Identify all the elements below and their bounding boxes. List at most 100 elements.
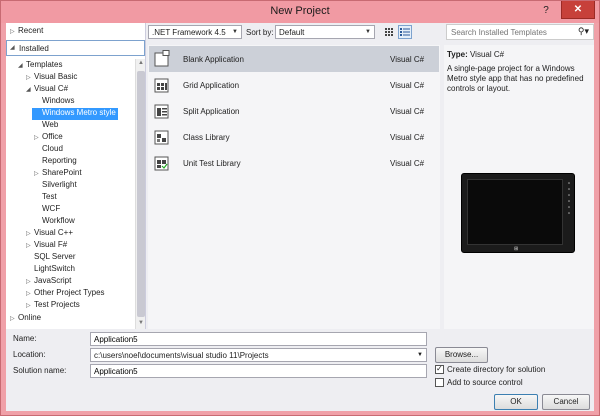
expanded-triangle-icon[interactable]: ◢: [18, 62, 26, 69]
dialog-title: New Project: [270, 5, 330, 17]
chevron-down-icon[interactable]: ▼: [417, 352, 423, 358]
create-directory-checkbox-row[interactable]: Create directory for solution: [435, 364, 545, 376]
tree-item-label: Cloud: [42, 144, 63, 153]
template-search-input[interactable]: [447, 25, 573, 39]
scroll-up-arrow-icon[interactable]: ▲: [137, 60, 145, 68]
collapsed-triangle-icon[interactable]: ▷: [26, 74, 34, 81]
template-item[interactable]: Split Application Visual C#: [149, 98, 439, 124]
close-button[interactable]: ✕: [561, 1, 595, 19]
template-language: Visual C#: [390, 55, 425, 64]
type-label: Type:: [447, 50, 468, 59]
sort-select[interactable]: Default ▼: [275, 25, 375, 39]
location-value: c:\users\noel\documents\visual studio 11…: [94, 351, 269, 360]
collapsed-triangle-icon[interactable]: ▷: [26, 230, 34, 237]
tree-item[interactable]: Workflow: [34, 216, 75, 228]
tree-item[interactable]: ▷ Other Project Types: [26, 288, 105, 300]
tree-scrollbar[interactable]: ▲ ▼: [135, 59, 145, 329]
list-view-icon[interactable]: [398, 25, 412, 39]
tree-installed[interactable]: ◢ Installed: [6, 40, 145, 56]
browse-button[interactable]: Browse...: [435, 347, 488, 363]
small-icons-view-icon[interactable]: [382, 25, 396, 39]
tree-item-label: Visual Basic: [34, 72, 78, 81]
title-bar[interactable]: New Project ? ✕: [1, 1, 599, 23]
collapsed-triangle-icon[interactable]: ▷: [26, 290, 34, 297]
scroll-down-arrow-icon[interactable]: ▼: [137, 320, 145, 328]
source-control-checkbox-row[interactable]: Add to source control: [435, 378, 523, 389]
tree-item[interactable]: ▷ SharePoint: [34, 168, 82, 180]
template-search-box[interactable]: ⚲▾: [446, 24, 594, 40]
template-item[interactable]: Class Library Visual C#: [149, 124, 439, 150]
tree-item[interactable]: Windows Metro style: [32, 108, 118, 120]
tree-item-label: Web: [42, 120, 59, 129]
tree-item[interactable]: ▷ Test Projects: [26, 300, 80, 312]
template-item[interactable]: Unit Test Library Visual C#: [149, 150, 439, 176]
collapsed-triangle-icon[interactable]: ▷: [34, 170, 42, 177]
tree-item-label: Test: [42, 192, 57, 201]
tree-item-label: WCF: [42, 204, 61, 213]
scroll-thumb[interactable]: [137, 71, 145, 317]
template-name: Grid Application: [183, 81, 240, 90]
tree-item-label: Reporting: [42, 156, 77, 165]
collapsed-triangle-icon[interactable]: ▷: [34, 134, 42, 141]
tree-online[interactable]: ▷ Online: [10, 313, 41, 322]
location-field[interactable]: c:\users\noel\documents\visual studio 11…: [90, 348, 427, 362]
expanded-triangle-icon[interactable]: ◢: [10, 44, 18, 51]
tree-item[interactable]: WCF: [34, 204, 60, 216]
search-icon[interactable]: ⚲▾: [578, 26, 589, 37]
tree-item[interactable]: Cloud: [34, 144, 63, 156]
tree-item-label: LightSwitch: [34, 264, 75, 273]
collapsed-triangle-icon[interactable]: ▷: [26, 302, 34, 309]
chevron-down-icon: ▼: [232, 29, 238, 35]
create-directory-checkbox[interactable]: [435, 364, 444, 374]
tree-item-label: Visual C#: [34, 84, 69, 93]
collapsed-triangle-icon[interactable]: ▷: [10, 28, 18, 35]
tree-item-label: Templates: [26, 60, 63, 69]
tree-recent[interactable]: ▷ Recent: [10, 26, 43, 38]
solution-name-label: Solution name:: [13, 366, 67, 375]
tree-item-label: Visual C++: [34, 228, 73, 237]
tree-item[interactable]: Silverlight: [34, 180, 77, 192]
tree-item[interactable]: ◢ Templates: [18, 60, 62, 72]
tree-item-label: Other Project Types: [34, 288, 105, 297]
source-control-label: Add to source control: [447, 378, 523, 387]
tree-item[interactable]: ◢ Visual C#: [26, 84, 68, 96]
collapsed-triangle-icon[interactable]: ▷: [10, 315, 18, 322]
cancel-button[interactable]: Cancel: [542, 394, 590, 410]
tree-item-label: Silverlight: [42, 180, 77, 189]
template-item[interactable]: Blank Application Visual C#: [149, 46, 439, 72]
tree-item[interactable]: ▷ Visual F#: [26, 240, 67, 252]
expanded-triangle-icon[interactable]: ◢: [26, 86, 34, 93]
tree-item-label: Windows Metro style: [42, 108, 116, 117]
solution-name-field[interactable]: [90, 364, 427, 378]
tablet-preview-image: ⊞: [461, 173, 575, 253]
tree-item[interactable]: LightSwitch: [26, 264, 75, 276]
framework-select[interactable]: .NET Framework 4.5 ▼: [148, 25, 242, 39]
source-control-checkbox[interactable]: [435, 378, 444, 387]
grid-app-icon: [154, 76, 170, 94]
tree-item-label: Workflow: [42, 216, 75, 225]
ok-button[interactable]: OK: [494, 394, 538, 410]
tree-item[interactable]: Reporting: [34, 156, 77, 168]
tree-item[interactable]: ▷ Office: [34, 132, 63, 144]
name-label: Name:: [13, 334, 37, 343]
template-language: Visual C#: [390, 107, 425, 116]
tree-item-label: Visual F#: [34, 240, 68, 249]
tree-installed-label: Installed: [19, 44, 49, 53]
tree-item[interactable]: Web: [34, 120, 58, 132]
tree-item[interactable]: Test: [34, 192, 57, 204]
sort-by-label: Sort by:: [246, 28, 274, 37]
template-name: Split Application: [183, 107, 240, 116]
tree-item[interactable]: ▷ Visual C++: [26, 228, 73, 240]
tablet-screen: [467, 179, 563, 245]
tree-item[interactable]: SQL Server: [26, 252, 76, 264]
help-button[interactable]: ?: [533, 2, 559, 20]
tree-online-label: Online: [18, 313, 42, 322]
tree-item[interactable]: Windows: [34, 96, 74, 108]
collapsed-triangle-icon[interactable]: ▷: [26, 278, 34, 285]
tree-item[interactable]: ▷ Visual Basic: [26, 72, 77, 84]
windows-logo-icon: ⊞: [514, 246, 519, 252]
collapsed-triangle-icon[interactable]: ▷: [26, 242, 34, 249]
name-field[interactable]: [90, 332, 427, 346]
tree-item[interactable]: ▷ JavaScript: [26, 276, 71, 288]
template-item[interactable]: Grid Application Visual C#: [149, 72, 439, 98]
